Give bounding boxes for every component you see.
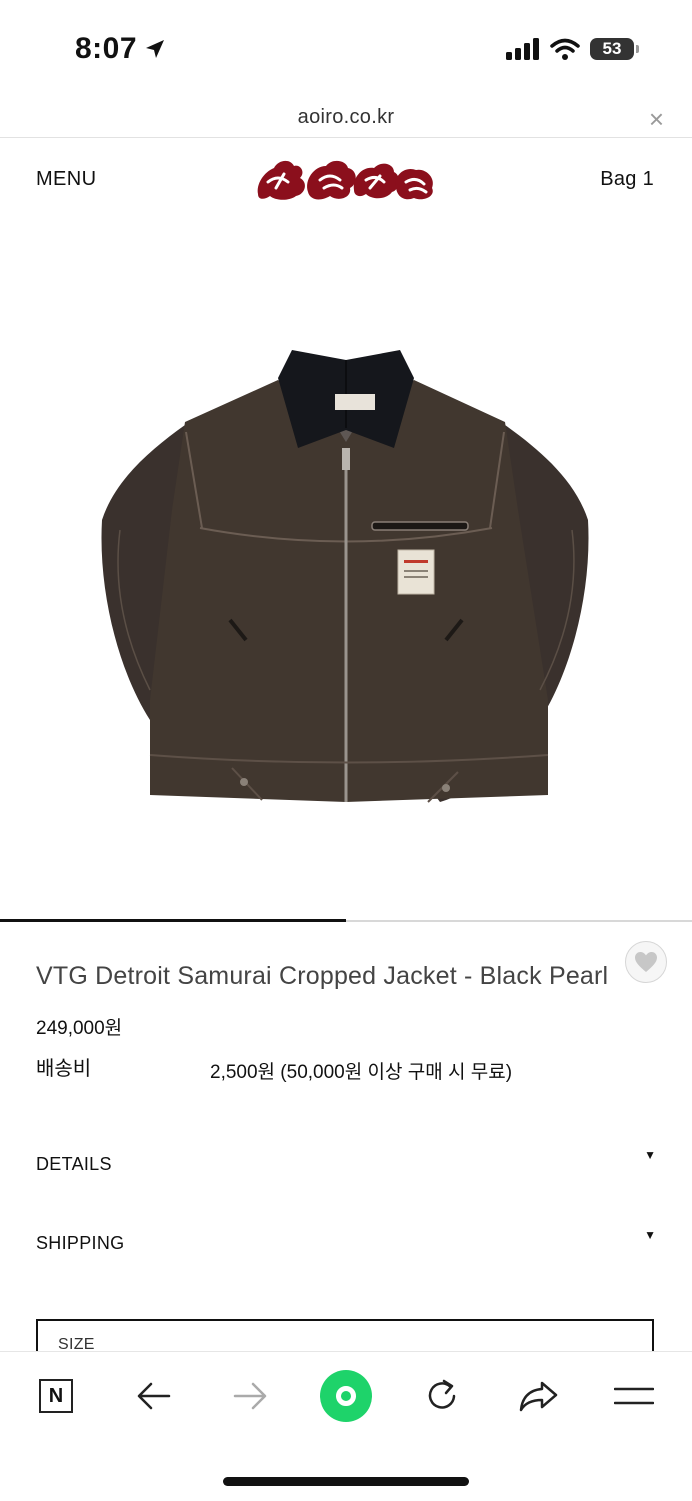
product-title: VTG Detroit Samurai Cropped Jacket - Bla… (36, 962, 609, 990)
close-icon[interactable]: × (649, 104, 664, 135)
green-dot-button[interactable] (320, 1370, 372, 1422)
share-button[interactable] (514, 1372, 562, 1420)
brand-logo[interactable] (254, 154, 438, 209)
shipping-toggle[interactable]: SHIPPING (36, 1233, 124, 1254)
shipping-fee-label: 배송비 (36, 1058, 92, 1080)
share-arrow-icon (519, 1381, 558, 1412)
forward-arrow-icon (233, 1382, 267, 1410)
naver-home-button[interactable]: N (32, 1372, 80, 1420)
jacket-illustration (101, 350, 589, 803)
reload-icon (428, 1379, 456, 1409)
back-arrow-icon (137, 1382, 171, 1410)
details-toggle[interactable]: DETAILS (36, 1154, 112, 1175)
url-bar[interactable]: aoiro.co.kr (0, 106, 692, 129)
product-price: 249,000원 (36, 1018, 123, 1039)
green-dot-icon (336, 1386, 356, 1406)
home-indicator[interactable] (223, 1477, 469, 1486)
menu-lines-button[interactable] (610, 1372, 658, 1420)
naver-icon: N (39, 1379, 73, 1413)
hamburger-icon (614, 1387, 654, 1405)
forward-button[interactable] (226, 1372, 274, 1420)
wishlist-button[interactable] (625, 941, 667, 983)
location-arrow-icon (146, 40, 165, 58)
battery-icon: 53 (590, 38, 639, 60)
shipping-fee-value: 2,500원 (50,000원 이상 구매 시 무료) (210, 1062, 513, 1083)
back-button[interactable] (130, 1372, 178, 1420)
battery-level: 53 (602, 39, 622, 58)
product-image[interactable] (0, 210, 692, 920)
url-divider (0, 137, 692, 138)
reload-button[interactable] (418, 1372, 466, 1420)
status-time: 8:07 (75, 32, 167, 66)
shipping-chevron-down-icon[interactable]: ▼ (644, 1228, 656, 1242)
wifi-icon (550, 38, 580, 60)
logo-mark (257, 160, 433, 200)
signal-icon (506, 38, 539, 60)
menu-button[interactable]: MENU (36, 168, 97, 191)
status-icons: 53 (506, 38, 639, 60)
naver-letter: N (48, 1384, 64, 1407)
heart-icon (635, 952, 657, 972)
bag-button[interactable]: Bag 1 (600, 168, 654, 191)
image-slider-progress (0, 919, 346, 922)
time-text: 8:07 (75, 32, 138, 65)
details-chevron-down-icon[interactable]: ▼ (644, 1148, 656, 1162)
